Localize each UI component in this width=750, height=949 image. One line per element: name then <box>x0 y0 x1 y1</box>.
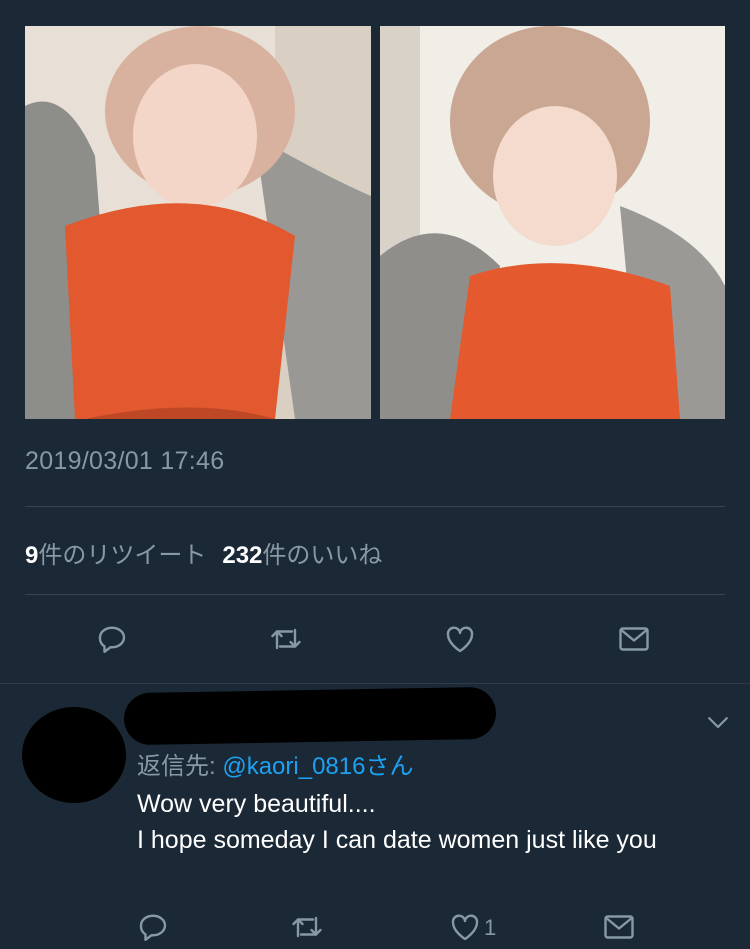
share-icon <box>604 915 634 939</box>
retweet-icon <box>292 916 322 938</box>
reply-icon <box>98 626 126 653</box>
retweet-stat[interactable]: 9件のリツイート <box>25 542 206 569</box>
photo-right-image <box>380 26 725 419</box>
reply-retweet-button[interactable] <box>285 905 329 949</box>
divider <box>25 594 725 595</box>
reply-share-button[interactable] <box>597 905 641 949</box>
reply-to-label: 返信先: <box>137 753 223 780</box>
reply-button[interactable] <box>90 617 134 661</box>
reply-to-suffix: さん <box>365 753 414 780</box>
chevron-down-icon[interactable] <box>703 707 733 737</box>
retweet-button[interactable] <box>264 617 308 661</box>
redacted-username <box>123 686 497 746</box>
like-stat[interactable]: 232件のいいね <box>222 542 382 569</box>
tweet-stats: 9件のリツイート 232件のいいね <box>25 535 382 570</box>
reply-like-count: 1 <box>484 915 497 940</box>
like-button[interactable] <box>438 617 482 661</box>
avatar[interactable] <box>22 707 126 803</box>
share-button[interactable] <box>612 617 656 661</box>
like-count: 232 <box>222 542 263 569</box>
like-icon <box>451 914 479 941</box>
reply-body: Wow very beautiful.... I hope someday I … <box>137 786 717 858</box>
reply-to-line: 返信先: @kaori_0816さん <box>137 746 413 781</box>
retweet-label: 件のリツイート <box>38 542 207 569</box>
tweet-photo-right[interactable] <box>380 26 725 419</box>
like-icon <box>446 626 474 653</box>
reply-reply-button[interactable] <box>131 905 175 949</box>
photo-left-image <box>25 26 371 419</box>
share-icon <box>619 627 649 651</box>
divider <box>0 683 750 684</box>
reply-like-button[interactable] <box>443 905 487 949</box>
reply-icon <box>139 914 167 941</box>
tweet-timestamp[interactable]: 2019/03/01 17:46 <box>25 447 224 476</box>
retweet-icon <box>271 628 301 650</box>
like-label: 件のいいね <box>262 542 383 569</box>
reply-body-line-2: I hope someday I can date women just lik… <box>137 826 657 854</box>
divider <box>25 506 725 507</box>
reply-to-handle[interactable]: @kaori_0816 <box>222 753 365 780</box>
reply-body-line-1: Wow very beautiful.... <box>137 790 376 818</box>
retweet-count: 9 <box>25 542 39 569</box>
tweet-photo-left[interactable] <box>25 26 371 419</box>
